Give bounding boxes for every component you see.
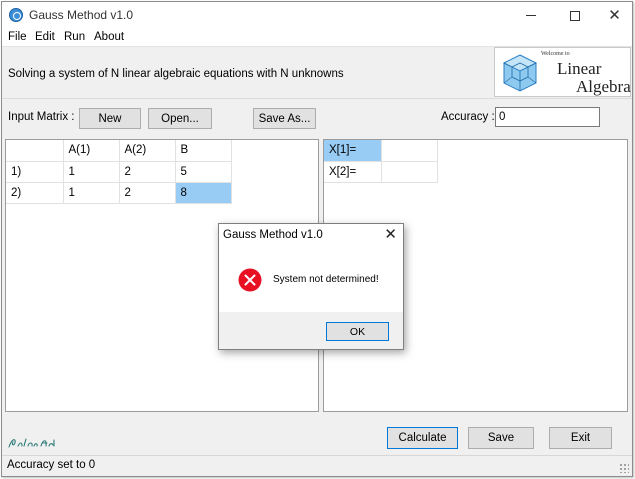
- matrix-cell[interactable]: 1: [63, 182, 120, 204]
- accuracy-label: Accuracy :: [441, 111, 495, 123]
- matrix-column-header: A(1): [63, 140, 120, 162]
- error-dialog: Gauss Method v1.0 ✕ System not determine…: [218, 223, 404, 350]
- linear-algebra-logo: Welcome to Linear Algebra: [494, 47, 631, 97]
- logo-welcome-text: Welcome to: [541, 51, 570, 57]
- matrix-column-header: B: [175, 140, 232, 162]
- logo-algebra-text: Algebra: [576, 77, 631, 96]
- save-button[interactable]: Save: [468, 427, 534, 449]
- input-matrix-label: Input Matrix :: [8, 111, 75, 123]
- dialog-title-bar[interactable]: Gauss Method v1.0 ✕: [219, 224, 403, 248]
- error-icon: [238, 268, 262, 292]
- matrix-column-header: A(2): [119, 140, 176, 162]
- open-button[interactable]: Open...: [148, 108, 212, 129]
- menu-about[interactable]: About: [94, 31, 124, 43]
- result-label[interactable]: X[2]=: [324, 161, 382, 183]
- new-button[interactable]: New: [79, 108, 141, 129]
- results-table: X[1]= X[2]=: [324, 140, 438, 183]
- menu-file[interactable]: File: [8, 31, 27, 43]
- header-banner: Solving a system of N linear algebraic e…: [2, 46, 632, 97]
- title-bar[interactable]: Gauss Method v1.0 ✕: [2, 2, 632, 29]
- dialog-message: System not determined!: [273, 274, 379, 285]
- calculate-button[interactable]: Calculate: [387, 427, 458, 449]
- result-label-selected[interactable]: X[1]=: [324, 140, 382, 162]
- dialog-title: Gauss Method v1.0: [223, 229, 323, 241]
- matrix-cell[interactable]: 2: [119, 182, 176, 204]
- signature-mark: [8, 438, 55, 448]
- row-header: 1): [6, 161, 64, 183]
- close-icon: ✕: [608, 7, 621, 24]
- matrix-cell[interactable]: 1: [63, 161, 120, 183]
- result-row: X[1]=: [324, 140, 438, 162]
- signature-logo: [8, 436, 56, 453]
- status-text: Accuracy set to 0: [7, 459, 96, 471]
- result-value[interactable]: [381, 140, 438, 162]
- accuracy-input[interactable]: 0: [495, 107, 600, 127]
- app-subtitle: Solving a system of N linear algebraic e…: [8, 68, 344, 80]
- cube-icon: [502, 54, 538, 92]
- app-icon: [9, 8, 23, 22]
- row-header: 2): [6, 182, 64, 204]
- matrix-corner-cell: [6, 140, 64, 162]
- matrix-cell-selected[interactable]: 8: [175, 182, 232, 204]
- minimize-button[interactable]: [508, 2, 553, 29]
- matrix-header-row: A(1) A(2) B: [6, 140, 232, 162]
- result-value[interactable]: [381, 161, 438, 183]
- maximize-icon: [569, 10, 580, 21]
- ok-button[interactable]: OK: [326, 322, 389, 341]
- logo-linear-text: Linear: [557, 59, 602, 78]
- matrix-row: 2) 1 2 8: [6, 182, 232, 204]
- save-as-button[interactable]: Save As...: [253, 108, 316, 129]
- close-button[interactable]: ✕: [592, 2, 632, 29]
- window-title: Gauss Method v1.0: [29, 8, 134, 22]
- dialog-body: System not determined!: [219, 248, 403, 312]
- resize-grip-icon[interactable]: [619, 463, 629, 473]
- exit-button[interactable]: Exit: [549, 427, 612, 449]
- maximize-button[interactable]: [552, 2, 597, 29]
- minimize-icon: [525, 15, 536, 16]
- status-bar: Accuracy set to 0: [2, 455, 632, 476]
- matrix-cell[interactable]: 5: [175, 161, 232, 183]
- menu-bar: File Edit Run About: [2, 29, 632, 46]
- result-row: X[2]=: [324, 161, 438, 183]
- menu-run[interactable]: Run: [64, 31, 85, 43]
- toolbar: Input Matrix : New Open... Save As... Ac…: [2, 98, 632, 138]
- dialog-close-icon[interactable]: ✕: [384, 227, 397, 242]
- menu-edit[interactable]: Edit: [35, 31, 55, 43]
- matrix-cell[interactable]: 2: [119, 161, 176, 183]
- matrix-table: A(1) A(2) B 1) 1 2 5 2) 1 2 8: [6, 140, 232, 204]
- matrix-row: 1) 1 2 5: [6, 161, 232, 183]
